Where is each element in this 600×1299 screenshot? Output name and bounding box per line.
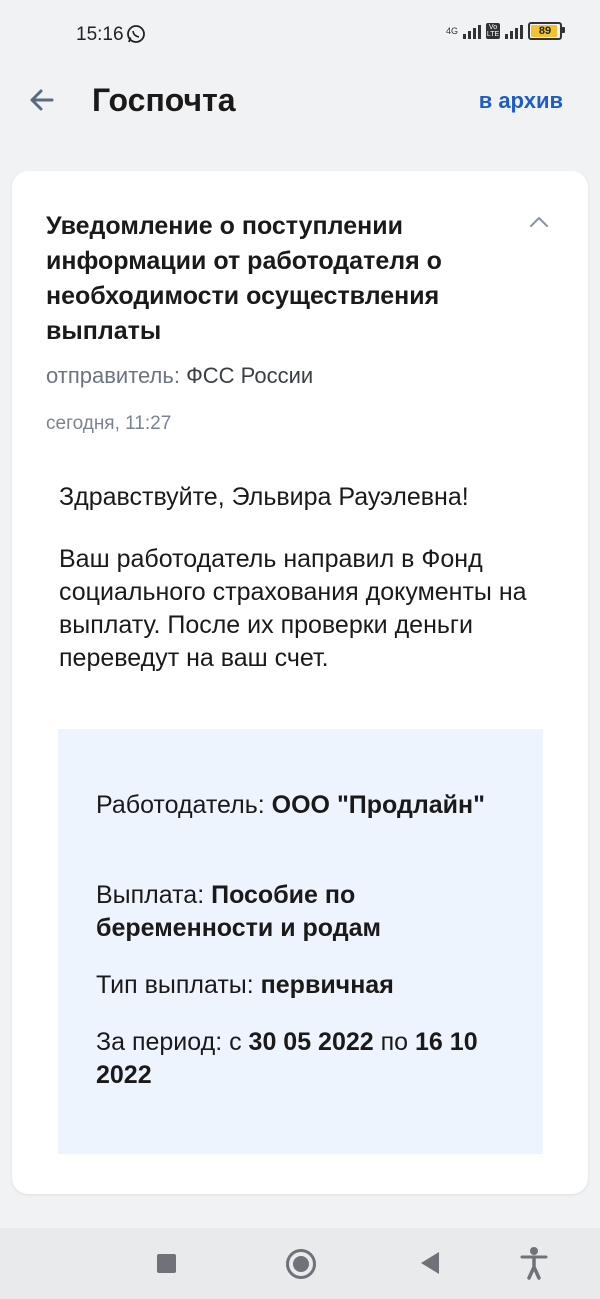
recent-apps-icon[interactable] [157,1254,176,1273]
status-bar: 15:16 4G Vo LTE 89 [0,0,600,70]
employer-line: Работодатель: ООО "Продлайн" [96,789,516,822]
battery-icon: 89 [528,22,565,40]
network-type: 4G [445,25,458,36]
employer-label: Работодатель: [96,791,265,819]
chevron-up-icon[interactable] [528,215,550,229]
signal-icon [463,23,481,39]
payment-type-value: первичная [260,971,394,999]
app-header: Госпочта в архив [0,70,600,140]
status-time: 15:16 [76,24,124,45]
back-icon[interactable] [421,1252,439,1274]
message-title: Уведомление о поступлении информации от … [46,212,442,345]
payment-type-line: Тип выплаты: первичная [96,969,516,1002]
back-arrow-icon[interactable] [24,82,64,118]
payment-line: Выплата: Пособие по беременности и родам [96,879,516,945]
payment-label: Выплата: [96,881,205,909]
payment-details: Работодатель: ООО "Продлайн" Выплата: По… [58,729,543,1154]
period-line: За период: с 30 05 2022 по 16 10 2022 [96,1026,516,1092]
sender-name: ФСС России [186,363,314,388]
message-body: Ваш работодатель направил в Фонд социаль… [59,545,527,672]
message-card: Уведомление о поступлении информации от … [12,171,588,1194]
sender-label: отправитель: [46,363,180,388]
message-greeting: Здравствуйте, Эльвира Рауэлевна! [59,483,469,511]
system-nav-bar [0,1228,600,1299]
page-title: Госпочта [92,82,236,118]
home-icon[interactable] [286,1249,316,1279]
status-icons: 4G Vo LTE 89 [445,22,565,40]
volte-icon: Vo LTE [486,23,500,39]
signal-icon-2 [505,23,523,39]
message-date: сегодня, 11:27 [46,413,172,434]
archive-button[interactable]: в архив [479,88,563,114]
battery-level: 89 [538,25,552,37]
message-sender: отправитель: ФСС России [46,363,313,389]
payment-type-label: Тип выплаты: [96,971,254,999]
period-label: За период: с [96,1028,242,1056]
accessibility-icon[interactable] [519,1246,549,1280]
employer-value: ООО "Продлайн" [271,791,485,819]
whatsapp-icon [126,24,146,49]
period-from: 30 05 2022 [248,1028,374,1056]
period-to-label: по [380,1028,409,1056]
